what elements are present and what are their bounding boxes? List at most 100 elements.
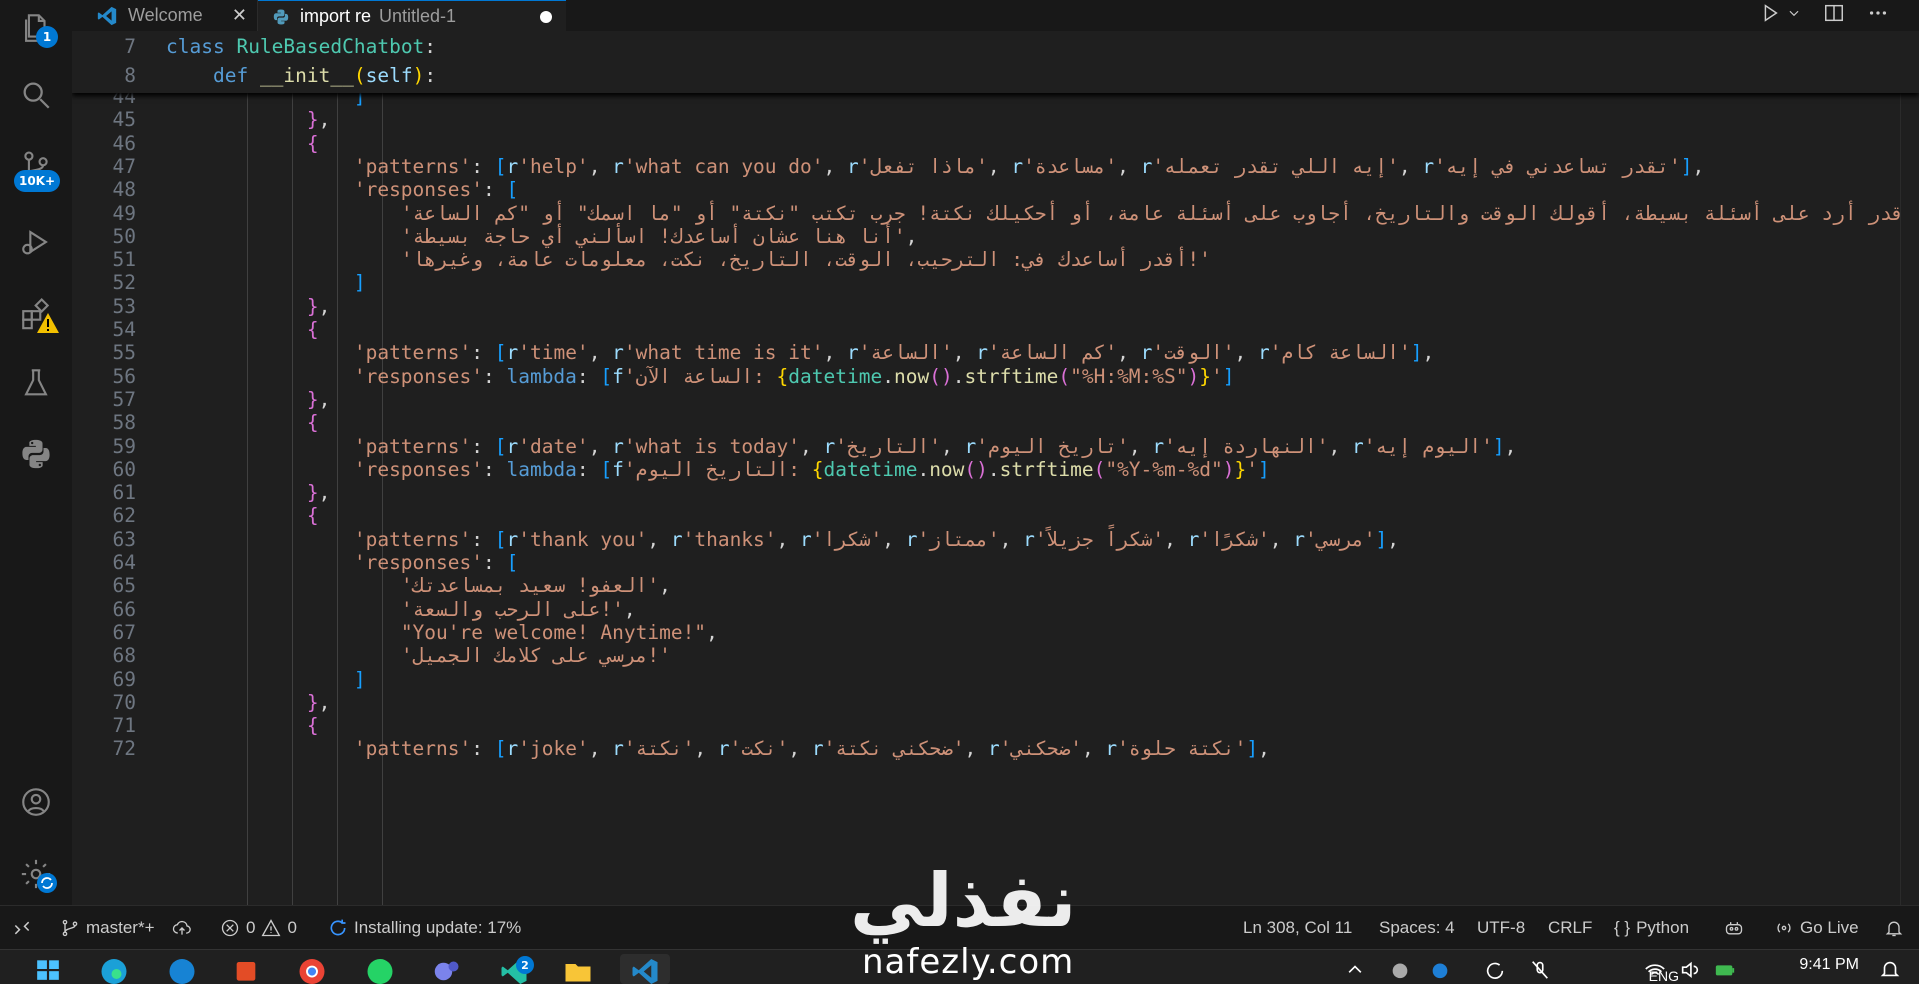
more-actions-icon[interactable] bbox=[1867, 2, 1889, 24]
run-debug-button[interactable] bbox=[0, 214, 72, 270]
notification-center[interactable] bbox=[1870, 954, 1910, 984]
code-token: [ bbox=[494, 154, 507, 178]
tray-mic[interactable] bbox=[1520, 954, 1560, 984]
tab-welcome[interactable]: Welcome ✕ bbox=[82, 0, 258, 31]
copilot-button[interactable] bbox=[1724, 906, 1744, 950]
editor-scrollbar[interactable] bbox=[1900, 31, 1919, 905]
chevron-down-icon[interactable] bbox=[1787, 2, 1801, 24]
cursor-position[interactable]: Ln 308, Col 11 bbox=[1243, 906, 1352, 950]
code-token: r bbox=[506, 434, 519, 458]
code-token: , bbox=[1117, 341, 1141, 365]
search-button[interactable] bbox=[0, 67, 72, 123]
tray-app-1[interactable] bbox=[1380, 954, 1420, 984]
code-line[interactable]: 72 'patterns': [r'joke', r'نكتة', r'نكت'… bbox=[72, 735, 1919, 763]
tray-battery[interactable] bbox=[1705, 954, 1745, 984]
code-token: ( bbox=[1058, 364, 1071, 388]
go-live-button[interactable]: Go Live bbox=[1774, 906, 1859, 950]
tray-sync[interactable] bbox=[1475, 954, 1515, 984]
problems-button[interactable]: 0 0 bbox=[220, 906, 297, 950]
taskbar-vscode[interactable] bbox=[620, 954, 670, 984]
code-token: [ bbox=[600, 457, 613, 481]
taskbar-whatsapp[interactable] bbox=[360, 954, 400, 984]
code-token: 'ماذا تفعل' bbox=[858, 154, 988, 178]
taskbar-edge-dev[interactable] bbox=[162, 954, 202, 984]
line-ending[interactable]: CRLF bbox=[1548, 906, 1592, 950]
python-button[interactable] bbox=[0, 426, 72, 482]
code-token: : bbox=[424, 35, 437, 58]
code-token: 'إيه اللي تقدر تعمله' bbox=[1152, 154, 1399, 178]
code-token: r bbox=[976, 341, 988, 365]
code-text[interactable]: class RuleBasedChatbot: bbox=[166, 33, 436, 61]
line-number[interactable]: 72 bbox=[72, 735, 136, 763]
copilot-icon bbox=[1725, 922, 1743, 935]
code-token: 'patterns' bbox=[353, 527, 472, 551]
code-token: 'على الرحب والسعة!' bbox=[400, 597, 624, 621]
code-token: , bbox=[1258, 737, 1270, 761]
remote-button[interactable] bbox=[12, 906, 32, 950]
code-token: r bbox=[1140, 154, 1153, 178]
line-number[interactable]: 8 bbox=[72, 62, 136, 90]
line-number[interactable]: 7 bbox=[72, 33, 136, 61]
code-token: 'شكرًا' bbox=[1199, 527, 1270, 551]
code-token: , bbox=[318, 294, 331, 318]
taskbar-edge[interactable] bbox=[94, 954, 134, 984]
explorer-button[interactable] bbox=[0, 0, 72, 56]
testing-button[interactable] bbox=[0, 355, 72, 411]
tab-bar: Welcome ✕ import re Untitled-1 bbox=[72, 0, 1919, 32]
code-token: } bbox=[1234, 457, 1247, 481]
code-token: ' bbox=[1246, 457, 1258, 481]
code-token: f bbox=[612, 364, 624, 388]
split-editor-icon[interactable] bbox=[1823, 2, 1845, 24]
branch-button[interactable]: master*+ bbox=[60, 906, 155, 950]
clock[interactable]: 9:41 PM bbox=[1799, 956, 1859, 974]
warning-count: 0 bbox=[287, 918, 297, 937]
code-token: } bbox=[306, 481, 319, 505]
code-line[interactable]: 8 def __init__(self): bbox=[72, 62, 1919, 90]
tray-overflow[interactable] bbox=[1335, 954, 1375, 984]
tray-app-2[interactable] bbox=[1420, 954, 1460, 984]
sticky-scroll[interactable]: 7 class RuleBasedChatbot: 8 def __init__(s… bbox=[72, 31, 1919, 93]
code-token: lambda bbox=[506, 457, 577, 481]
tray-volume[interactable] bbox=[1670, 954, 1710, 984]
code-line[interactable]: 7 class RuleBasedChatbot: bbox=[72, 33, 1919, 61]
code-token: : bbox=[576, 364, 601, 388]
taskbar-chrome[interactable] bbox=[292, 954, 332, 984]
code-token: __init__ bbox=[259, 63, 354, 87]
close-icon[interactable]: ✕ bbox=[232, 5, 247, 26]
code-token: 'الساعة كام' bbox=[1269, 341, 1411, 365]
code-text[interactable]: 'patterns': [r'joke', r'نكتة', r'نكت', r… bbox=[166, 735, 1270, 763]
language-mode[interactable]: { } Python bbox=[1614, 906, 1689, 950]
taskbar-app-red[interactable] bbox=[226, 954, 266, 984]
teams-icon bbox=[434, 961, 459, 981]
notifications-button[interactable] bbox=[1884, 906, 1904, 950]
whatsapp-icon bbox=[367, 959, 393, 984]
code-token: , bbox=[776, 527, 801, 551]
code-text[interactable]: def __init__(self): bbox=[166, 62, 436, 90]
start-button[interactable] bbox=[28, 954, 68, 984]
windows-icon bbox=[37, 960, 59, 980]
mic-muted-icon bbox=[1532, 961, 1548, 979]
unsaved-dot-icon[interactable] bbox=[540, 10, 552, 23]
code-token: 'نكتة' bbox=[623, 737, 695, 761]
run-icon[interactable] bbox=[1759, 2, 1781, 24]
code-editor[interactable]: 7 class RuleBasedChatbot: 8 def __init__(s… bbox=[72, 31, 1919, 905]
battery-icon bbox=[1715, 965, 1735, 976]
update-status[interactable]: Installing update: 17% bbox=[328, 906, 521, 950]
encoding[interactable]: UTF-8 bbox=[1477, 906, 1525, 950]
tab-import-re[interactable]: import re Untitled-1 bbox=[258, 0, 566, 32]
indentation[interactable]: Spaces: 4 bbox=[1379, 906, 1455, 950]
accounts-button[interactable] bbox=[0, 774, 72, 830]
tray-wifi[interactable] bbox=[1635, 954, 1675, 984]
code-token: 'ضحكني نكتة' bbox=[823, 737, 965, 761]
publish-button[interactable] bbox=[172, 906, 192, 950]
code-token: , bbox=[588, 434, 613, 458]
taskbar-teams[interactable] bbox=[426, 954, 466, 984]
taskbar-explorer[interactable] bbox=[558, 954, 598, 984]
